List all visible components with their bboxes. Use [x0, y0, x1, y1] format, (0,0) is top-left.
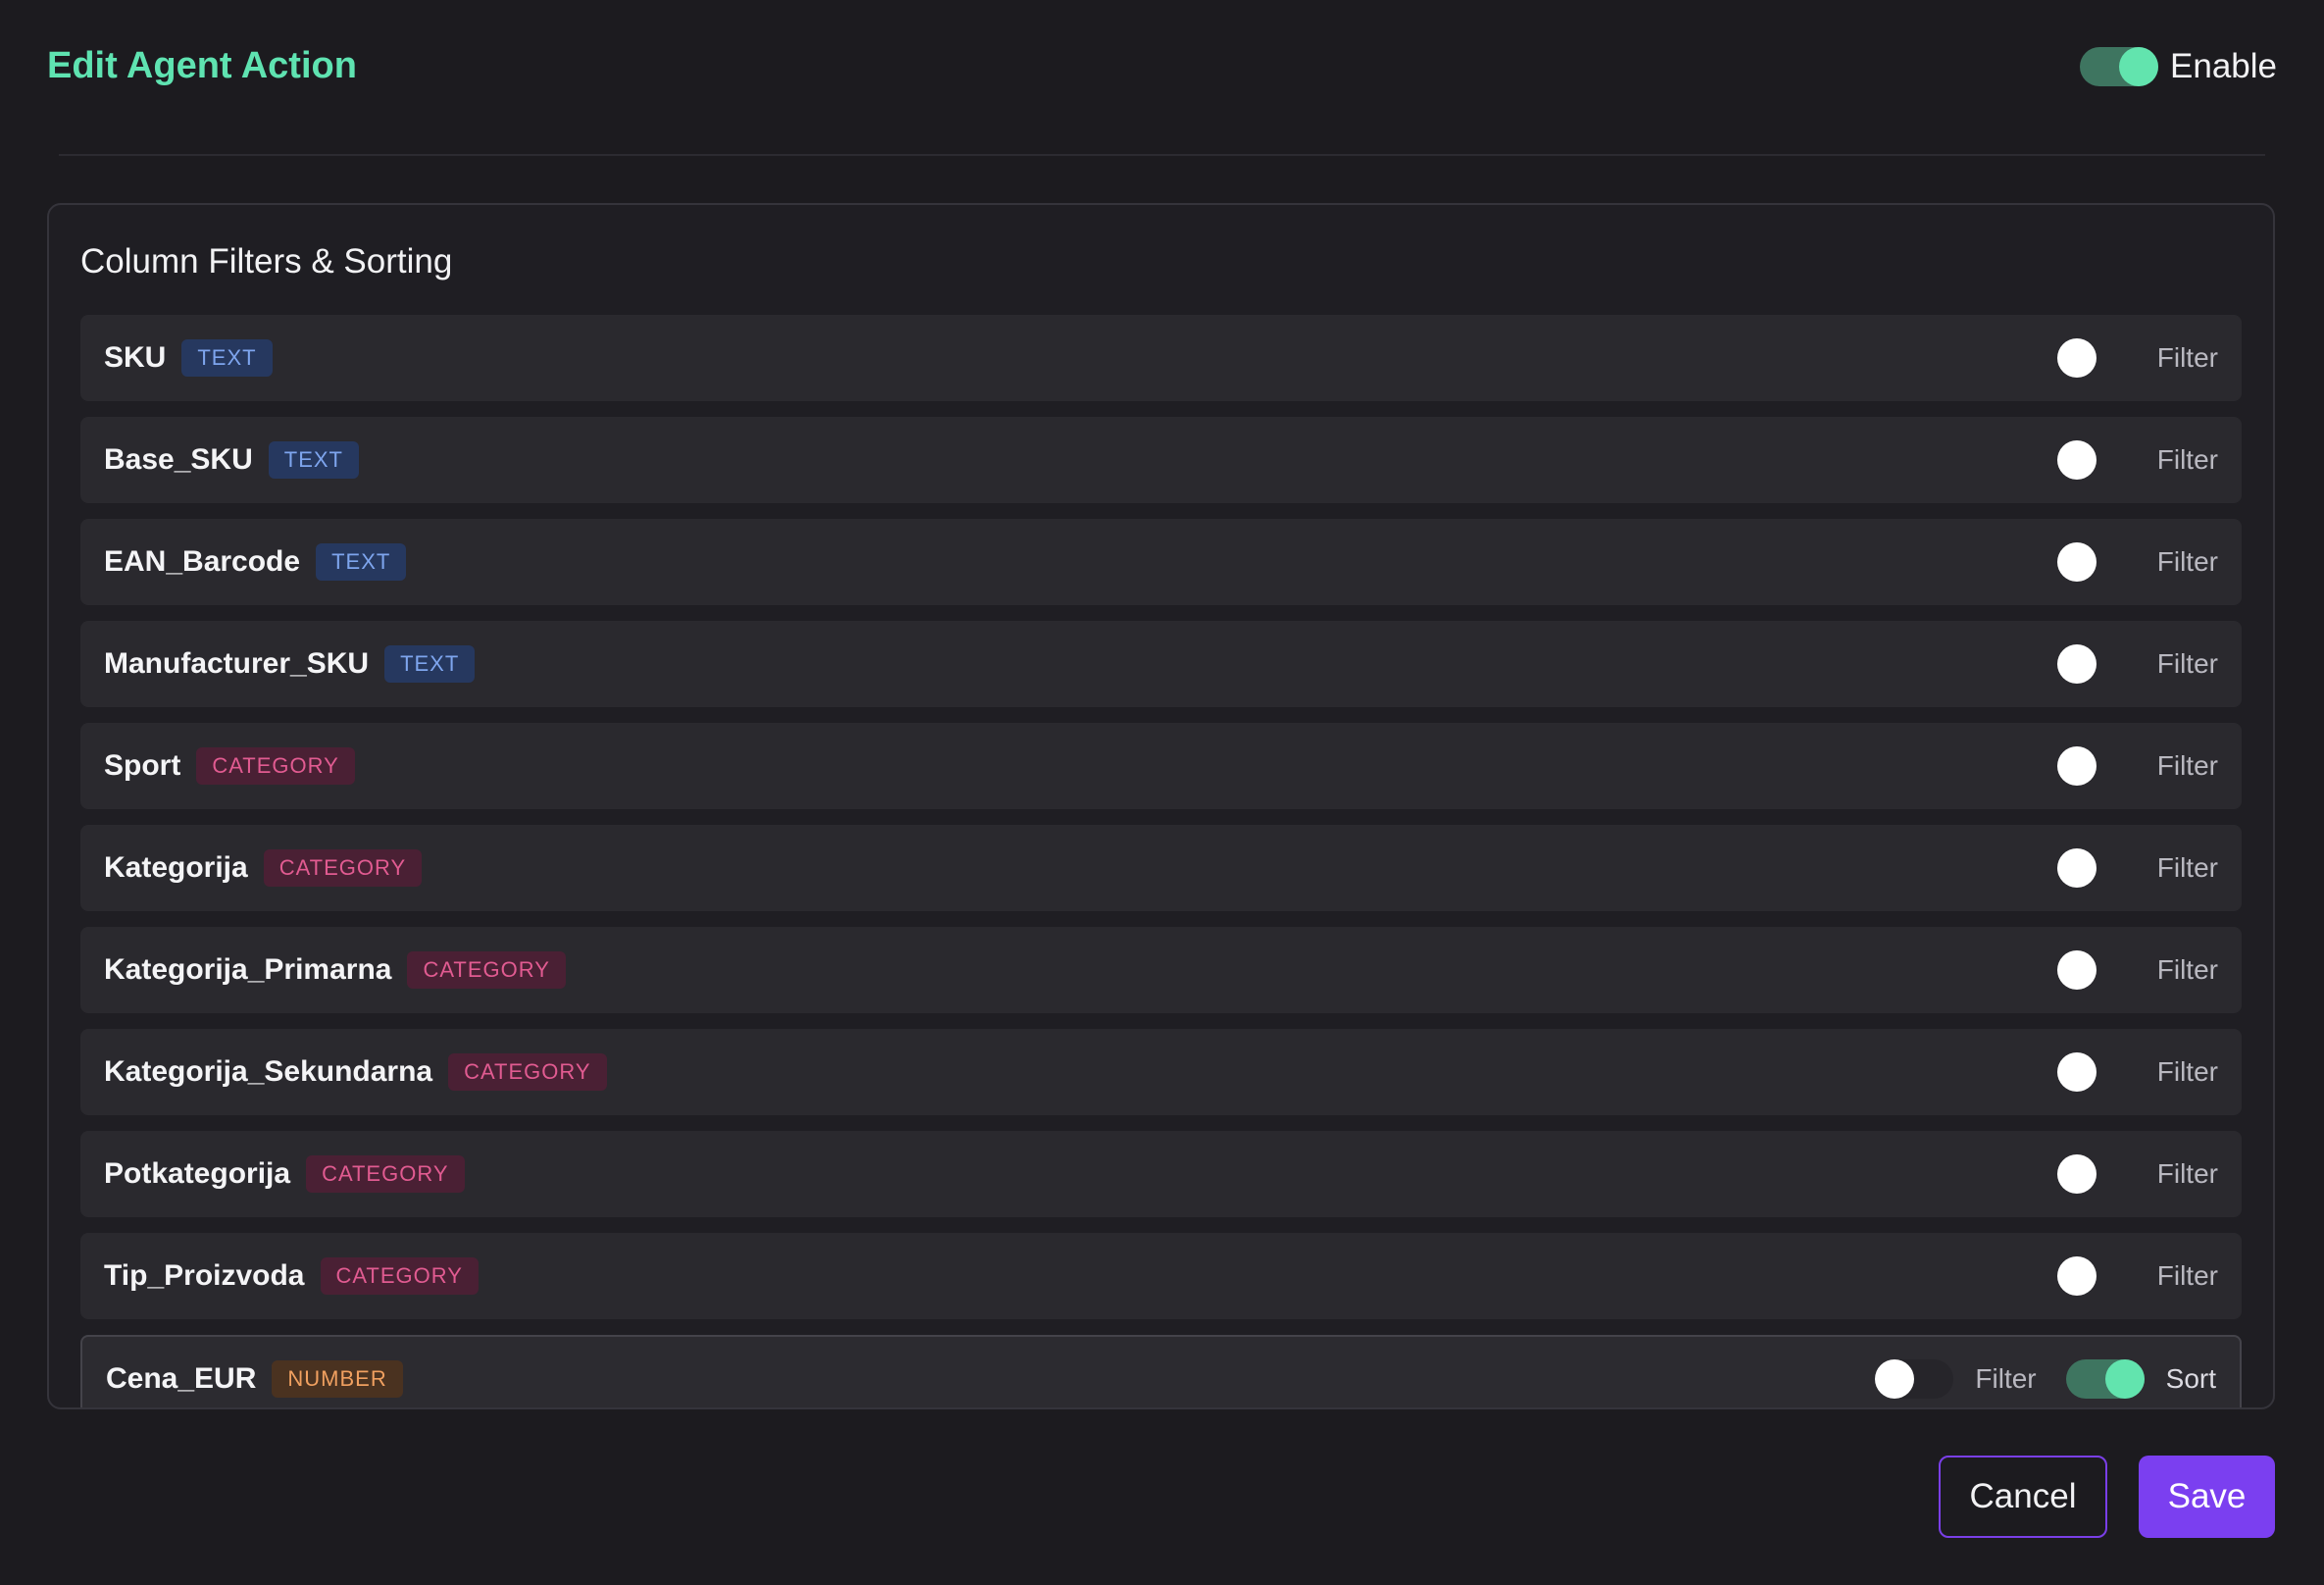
row-controls: Filter	[2056, 1256, 2218, 1296]
type-badge: CATEGORY	[320, 1257, 479, 1295]
filter-toggle[interactable]	[2056, 746, 2136, 786]
filter-label: Filter	[1975, 1363, 2037, 1394]
column-filters-panel: Column Filters & Sorting SKU TEXT Filter Ba…	[47, 203, 2275, 1409]
edit-agent-action-dialog: Edit Agent Action Enable Column Filters …	[0, 0, 2324, 1585]
filter-label: Filter	[2156, 444, 2218, 475]
toggle-knob	[2056, 644, 2097, 684]
column-name: Kategorija	[104, 851, 248, 884]
column-name: Base_SKU	[104, 443, 253, 476]
type-badge: CATEGORY	[448, 1053, 607, 1091]
type-badge: CATEGORY	[306, 1155, 465, 1193]
filter-toggle[interactable]	[2056, 542, 2136, 582]
column-row-tip-proizvoda: Tip_Proizvoda CATEGORY Filter	[80, 1233, 2242, 1319]
filter-toggle[interactable]	[2056, 338, 2136, 378]
filter-toggle[interactable]	[2056, 440, 2136, 480]
filter-toggle[interactable]	[2056, 950, 2136, 990]
row-controls: Filter	[2056, 338, 2218, 378]
row-controls: Filter	[2056, 1052, 2218, 1092]
column-row-kategorija: Kategorija CATEGORY Filter	[80, 825, 2242, 911]
toggle-knob	[2104, 1359, 2145, 1399]
row-controls: Filter Sort	[1875, 1359, 2216, 1399]
filter-label: Filter	[2156, 1158, 2218, 1189]
type-badge: TEXT	[268, 441, 359, 479]
column-name: Manufacturer_SKU	[104, 647, 370, 680]
column-name: Potkategorija	[104, 1157, 291, 1190]
filter-toggle[interactable]	[2056, 1154, 2136, 1194]
toggle-knob	[2056, 848, 2097, 888]
enable-label: Enable	[2170, 47, 2277, 85]
column-row-kategorija-primarna: Kategorija_Primarna CATEGORY Filter	[80, 927, 2242, 1013]
toggle-knob	[2056, 746, 2097, 786]
column-row-ean-barcode: EAN_Barcode TEXT Filter	[80, 519, 2242, 605]
column-name: Sport	[104, 749, 181, 782]
column-name: Kategorija_Primarna	[104, 953, 392, 986]
type-badge: TEXT	[384, 645, 476, 683]
enable-control: Enable	[2080, 47, 2277, 86]
toggle-knob	[2056, 1154, 2097, 1194]
row-controls: Filter	[2056, 746, 2218, 786]
filter-toggle[interactable]	[2056, 1256, 2136, 1296]
row-controls: Filter	[2056, 1154, 2218, 1194]
filter-label: Filter	[2156, 1056, 2218, 1087]
row-controls: Filter	[2056, 440, 2218, 480]
cancel-button[interactable]: Cancel	[1939, 1456, 2107, 1538]
toggle-knob	[2056, 1256, 2097, 1296]
filter-toggle[interactable]	[2056, 848, 2136, 888]
filter-label: Filter	[2156, 648, 2218, 679]
toggle-knob	[2119, 47, 2159, 86]
dialog-header: Edit Agent Action Enable	[47, 39, 2277, 98]
filter-toggle[interactable]	[2056, 1052, 2136, 1092]
filter-label: Filter	[2156, 1260, 2218, 1291]
row-controls: Filter	[2056, 848, 2218, 888]
filter-toggle[interactable]	[1875, 1359, 1954, 1399]
column-row-kategorija-sekundarna: Kategorija_Sekundarna CATEGORY Filter	[80, 1029, 2242, 1115]
row-controls: Filter	[2056, 644, 2218, 684]
type-badge: CATEGORY	[263, 849, 423, 887]
type-badge: TEXT	[316, 543, 407, 581]
column-row-manufacturer-sku: Manufacturer_SKU TEXT Filter	[80, 621, 2242, 707]
row-controls: Filter	[2056, 950, 2218, 990]
type-badge: NUMBER	[272, 1360, 403, 1398]
save-button[interactable]: Save	[2139, 1456, 2275, 1538]
filter-label: Filter	[2156, 852, 2218, 883]
toggle-knob	[2056, 1052, 2097, 1092]
column-row-potkategorija: Potkategorija CATEGORY Filter	[80, 1131, 2242, 1217]
column-name: Tip_Proizvoda	[104, 1259, 305, 1292]
toggle-knob	[2056, 950, 2097, 990]
type-badge: TEXT	[181, 339, 273, 377]
column-list[interactable]: SKU TEXT Filter Base_SKU TEXT Filter EAN_Barco…	[80, 315, 2242, 1407]
sort-toggle[interactable]	[2065, 1359, 2145, 1399]
toggle-knob	[1875, 1359, 1915, 1399]
column-row-cena-eur: Cena_EUR NUMBER Filter Sort	[80, 1335, 2242, 1407]
toggle-knob	[2056, 338, 2097, 378]
row-controls: Filter	[2056, 542, 2218, 582]
filter-label: Filter	[2156, 750, 2218, 781]
sort-label: Sort	[2165, 1363, 2216, 1394]
column-name: SKU	[104, 341, 167, 374]
column-row-sku: SKU TEXT Filter	[80, 315, 2242, 401]
type-badge: CATEGORY	[407, 951, 566, 989]
filter-label: Filter	[2156, 954, 2218, 985]
filter-toggle[interactable]	[2056, 644, 2136, 684]
column-row-sport: Sport CATEGORY Filter	[80, 723, 2242, 809]
column-name: EAN_Barcode	[104, 545, 301, 578]
toggle-knob	[2056, 440, 2097, 480]
column-name: Kategorija_Sekundarna	[104, 1055, 433, 1088]
panel-title: Column Filters & Sorting	[80, 242, 453, 281]
filter-label: Filter	[2156, 546, 2218, 577]
page-title: Edit Agent Action	[47, 45, 357, 86]
column-name: Cena_EUR	[106, 1362, 257, 1395]
filter-label: Filter	[2156, 342, 2218, 373]
column-row-base-sku: Base_SKU TEXT Filter	[80, 417, 2242, 503]
enable-toggle[interactable]	[2080, 47, 2159, 86]
header-divider	[59, 154, 2265, 156]
type-badge: CATEGORY	[196, 747, 355, 785]
toggle-knob	[2056, 542, 2097, 582]
